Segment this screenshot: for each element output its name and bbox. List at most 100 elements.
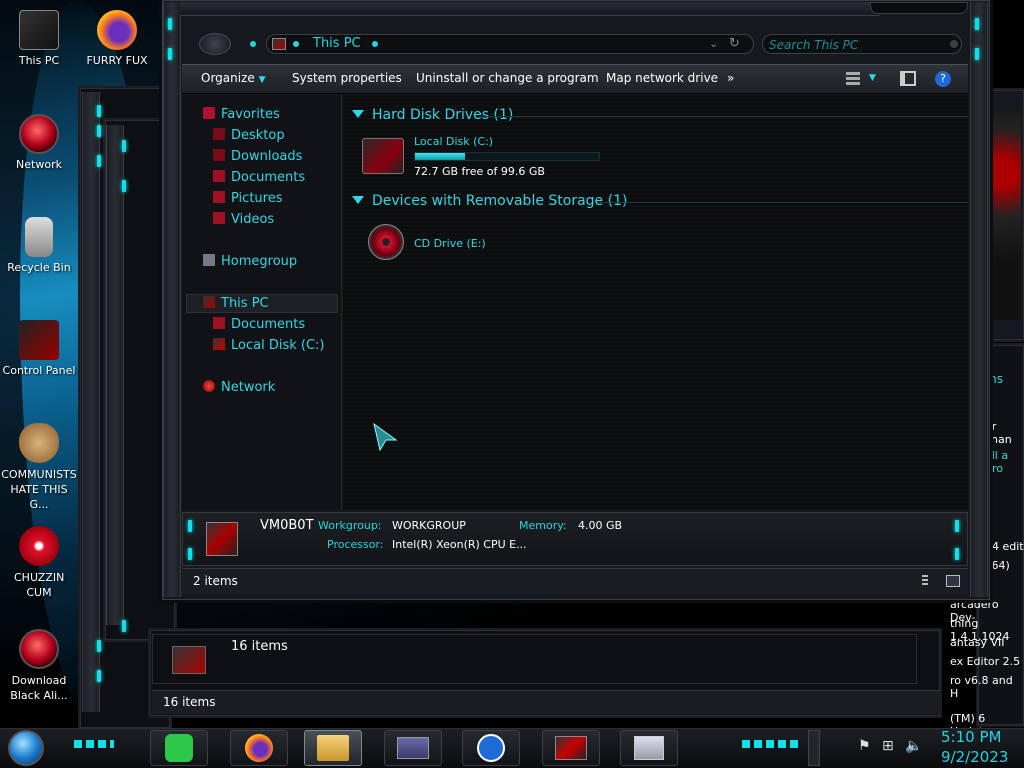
workgroup-label: Workgroup:: [318, 519, 382, 532]
view-options-icon[interactable]: [846, 72, 860, 86]
processor-label: Processor:: [327, 538, 384, 551]
program-list-item[interactable]: ro v6.8 and H: [950, 674, 1024, 700]
breadcrumb-separator-icon[interactable]: [372, 41, 378, 47]
drive-e-name[interactable]: CD Drive (E:): [414, 237, 486, 250]
drive-c-usage-fill: [415, 153, 465, 160]
taskbar-this-pc-button[interactable]: [542, 730, 600, 766]
breadcrumb-separator-icon[interactable]: [293, 41, 299, 47]
nav-pc-documents[interactable]: Documents: [213, 317, 305, 332]
desktop-icon-network[interactable]: Network: [1, 114, 77, 171]
desktop-icon-label: Control Panel: [2, 364, 76, 377]
nav-pictures[interactable]: Pictures: [213, 191, 282, 206]
cd-drive-icon[interactable]: [368, 224, 404, 260]
network-tray-icon[interactable]: ⊞: [882, 738, 894, 754]
nav-favorites[interactable]: Favorites: [203, 107, 280, 122]
right-window-text[interactable]: or chan: [985, 420, 1024, 446]
show-hidden-icons[interactable]: [808, 730, 820, 766]
cyan-led: [955, 520, 959, 532]
search-input[interactable]: Search This PC: [762, 34, 962, 54]
volume-icon[interactable]: 🔈: [905, 738, 922, 754]
nav-label: Favorites: [221, 107, 280, 122]
details-view-icon[interactable]: [922, 575, 928, 587]
network-icon: [19, 114, 59, 154]
program-list-item[interactable]: antasy VII: [950, 636, 1005, 649]
item-count: 2 items: [193, 574, 238, 588]
videos-icon: [213, 212, 225, 224]
help-icon[interactable]: ?: [935, 71, 951, 87]
taskbar-led-strip: [74, 740, 114, 748]
history-dot-icon[interactable]: [250, 41, 256, 47]
desktop-icon-this-pc[interactable]: This PC: [1, 10, 77, 67]
nav-homegroup[interactable]: Homegroup: [203, 254, 297, 269]
start-button[interactable]: [8, 730, 44, 766]
cyan-led: [97, 155, 101, 167]
map-network-drive-button[interactable]: Map network drive: [606, 71, 718, 85]
preview-pane-icon[interactable]: [900, 71, 916, 86]
desktop-icon-label: Download Black Ali...: [10, 674, 68, 702]
cyan-led: [955, 548, 959, 560]
program-list-item[interactable]: 64 edit: [985, 540, 1024, 553]
caption-buttons[interactable]: [870, 2, 968, 14]
documents-icon: [213, 317, 225, 329]
alienware-icon: [19, 629, 59, 669]
flag-icon[interactable]: ⚑: [858, 738, 871, 754]
title-bar[interactable]: [180, 2, 880, 16]
desktop-icon-label: CHUZZIN CUM: [14, 571, 65, 599]
chevron-down-icon[interactable]: ▼: [869, 73, 876, 83]
cyan-led: [122, 180, 126, 192]
cyan-led: [97, 125, 101, 137]
group-header-removable[interactable]: Devices with Removable Storage (1): [352, 193, 627, 209]
taskbar-explorer-button[interactable]: [304, 730, 362, 766]
address-text[interactable]: This PC: [313, 36, 361, 51]
uninstall-program-button[interactable]: Uninstall or change a program: [416, 71, 599, 85]
memory-label: Memory:: [519, 519, 567, 532]
organize-button[interactable]: Organize ▼: [201, 71, 266, 85]
nav-network[interactable]: Network: [203, 380, 275, 395]
clock-time[interactable]: 5:10 PM: [941, 728, 1001, 746]
desktop-icon-label: This PC: [18, 54, 60, 67]
organize-label: Organize: [201, 71, 255, 85]
desktop-icon-recycle-bin[interactable]: Recycle Bin: [1, 217, 77, 274]
taskbar-app-button[interactable]: [462, 730, 520, 766]
nav-videos[interactable]: Videos: [213, 212, 274, 227]
more-commands-button[interactable]: »: [727, 71, 734, 85]
desktop-icon-label: Recycle Bin: [7, 261, 71, 274]
system-properties-button[interactable]: System properties: [292, 71, 402, 85]
desktop-icon-communists[interactable]: COMMUNISTS HATE THIS G...: [1, 423, 77, 512]
recycle-bin-icon: [25, 217, 53, 257]
group-header-hdd[interactable]: Hard Disk Drives (1): [352, 107, 513, 123]
group-divider: [598, 202, 968, 203]
desktop-icon-black-ali[interactable]: Download Black Ali...: [1, 629, 77, 703]
window-rail: [82, 92, 100, 712]
desktop-icon-furry-fux[interactable]: FURRY FUX: [79, 10, 155, 67]
nav-local-disk[interactable]: Local Disk (C:): [213, 338, 324, 353]
drive-icon: [172, 646, 206, 674]
cyan-led: [122, 140, 126, 152]
taskbar-monitor-button[interactable]: [620, 730, 678, 766]
refresh-icon[interactable]: ↻: [729, 36, 740, 51]
nav-this-pc[interactable]: This PC: [203, 296, 269, 311]
right-window-link[interactable]: all a pro: [985, 449, 1024, 475]
program-list-item[interactable]: ex Editor 2.5: [950, 655, 1020, 668]
nav-desktop[interactable]: Desktop: [213, 128, 285, 143]
chevron-down-icon[interactable]: ⌄: [709, 37, 718, 50]
clock-date[interactable]: 9/2/2023: [941, 748, 1008, 766]
taskbar-firefox-button[interactable]: [230, 730, 288, 766]
drive-c-name[interactable]: Local Disk (C:): [414, 135, 493, 148]
hard-drive-icon[interactable]: [362, 138, 404, 174]
desktop-icon-control-panel[interactable]: Control Panel: [1, 320, 77, 377]
search-icon[interactable]: [950, 40, 958, 48]
desktop-icon-chuzzin[interactable]: CHUZZIN CUM: [1, 526, 77, 600]
nav-downloads[interactable]: Downloads: [213, 149, 302, 164]
computer-icon: [19, 10, 59, 50]
memory-value: 4.00 GB: [578, 519, 623, 532]
nav-documents[interactable]: Documents: [213, 170, 305, 185]
back-forward-icon[interactable]: [199, 33, 231, 55]
cyan-led: [97, 105, 101, 117]
taskbar-notes-button[interactable]: [150, 730, 208, 766]
window-rail-right: [970, 2, 988, 597]
taskbar-control-panel-button[interactable]: [384, 730, 442, 766]
documents-icon: [213, 170, 225, 182]
nav-label: Downloads: [231, 149, 303, 164]
large-icons-view-icon[interactable]: [946, 575, 960, 587]
